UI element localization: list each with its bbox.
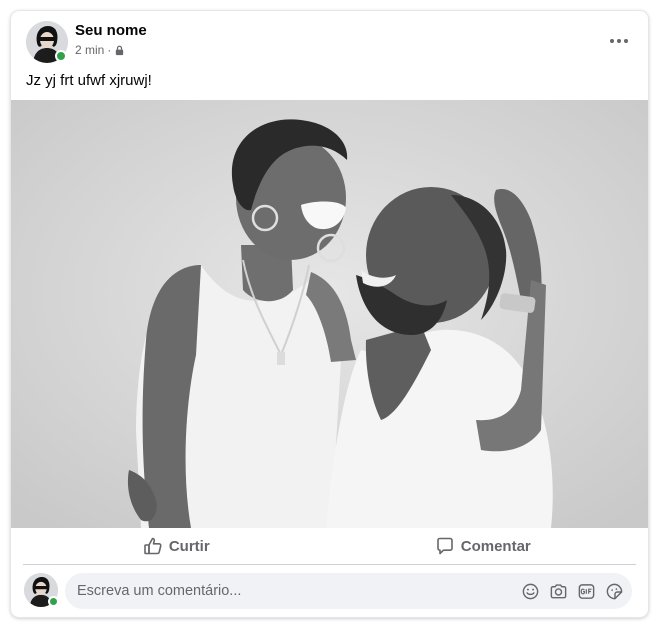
gif-icon[interactable] (577, 582, 596, 601)
post-meta: 2 min · (75, 43, 125, 57)
like-button[interactable]: Curtir (23, 530, 330, 562)
commenter-online-dot (48, 596, 59, 607)
comment-icons (521, 582, 632, 601)
post-card: Seu nome 2 min · Jz yj frt ufwf xjruwj! (11, 11, 648, 617)
post-text: Jz yj frt ufwf xjruwj! (26, 72, 152, 89)
thumbs-up-icon (143, 536, 163, 556)
comment-bubble-icon (435, 536, 455, 556)
online-status-dot (55, 50, 67, 62)
comment-input[interactable]: Escreva um comentário... (65, 573, 632, 609)
post-photo[interactable] (11, 100, 648, 528)
comment-placeholder: Escreva um comentário... (77, 583, 242, 599)
post-actions: Curtir Comentar (23, 528, 636, 565)
lock-icon[interactable] (114, 45, 125, 56)
comment-button[interactable]: Comentar (330, 530, 637, 562)
comment-label: Comentar (460, 537, 531, 555)
emoji-icon[interactable] (521, 582, 540, 601)
post-header: Seu nome 2 min · (11, 11, 648, 71)
author-name[interactable]: Seu nome (75, 22, 147, 39)
meta-separator: · (107, 43, 112, 57)
post-time[interactable]: 2 min (75, 43, 104, 57)
like-label: Curtir (168, 537, 210, 555)
sticker-icon[interactable] (605, 582, 624, 601)
more-options-icon[interactable] (606, 31, 632, 51)
comment-composer: Escreva um comentário... (11, 566, 648, 617)
camera-icon[interactable] (549, 582, 568, 601)
